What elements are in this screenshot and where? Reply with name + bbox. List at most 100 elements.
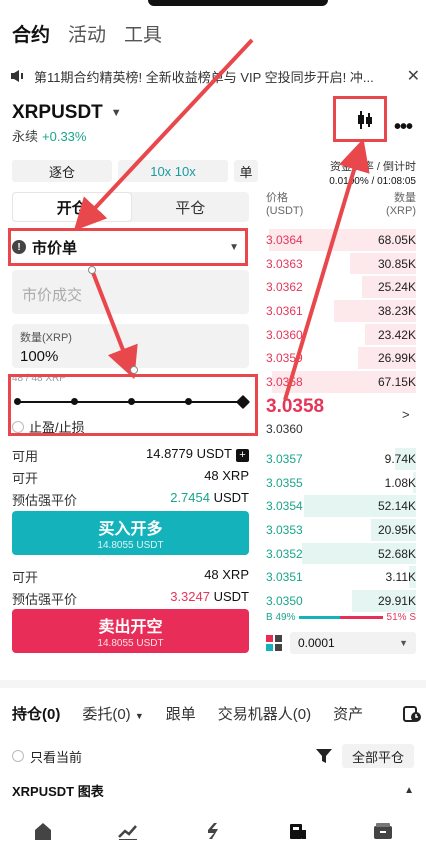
contract-type: 永续 (12, 129, 39, 144)
tab-events[interactable]: 活动 (68, 20, 106, 47)
bid-price: 3.0351 (266, 570, 303, 585)
chevron-right-icon[interactable]: > (402, 407, 410, 422)
funding-value: 0.0100% / 01:08:05 (329, 176, 416, 187)
close-tab[interactable]: 平仓 (132, 192, 250, 222)
bid-qty: 52.68K (377, 546, 416, 561)
status-notch (148, 0, 328, 6)
open-tab[interactable]: 开仓 (12, 192, 132, 222)
quantity-input[interactable]: 数量(XRP) 100% (12, 324, 249, 368)
annotation-box-slider (8, 374, 258, 436)
bid-price: 3.0350 (266, 593, 303, 608)
announcement-text[interactable]: 第11期合约精英榜! 全新收益榜单与 VIP 空投同步开启! 冲... (34, 67, 397, 86)
ask-row[interactable]: 3.0361 38.23K (266, 299, 416, 323)
chevron-up-icon[interactable]: ▲ (404, 785, 414, 796)
bid-qty: 1.08K (384, 475, 416, 490)
bid-row[interactable]: 3.0350 29.91K (266, 589, 416, 613)
bid-row[interactable]: 3.0352 52.68K (266, 542, 416, 566)
ask-price: 3.0359 (266, 351, 303, 366)
price-change: +0.33% (42, 129, 87, 144)
markets-icon[interactable] (117, 822, 138, 840)
futures-icon[interactable] (288, 822, 308, 840)
buy-can-open-row: 可开 48 XRP (12, 468, 249, 487)
can-open-value: 48 XRP (204, 567, 249, 582)
liq-value: 2.7454 (170, 490, 210, 505)
bid-qty: 9.74K (384, 451, 416, 466)
sell-label: 卖出开空 (98, 619, 163, 636)
bid-row[interactable]: 3.0355 1.08K (266, 471, 416, 495)
plus-icon[interactable]: + (236, 449, 249, 462)
funding-rate[interactable]: 资金费率 / 倒计时 0.0100% / 01:08:05 (266, 158, 416, 187)
symbol-subtitle: 永续 +0.33% (12, 126, 86, 145)
bid-row[interactable]: 3.0354 52.14K (266, 494, 416, 518)
tab-bots[interactable]: 交易机器人(0) (218, 703, 311, 724)
bid-qty: 20.95K (377, 522, 416, 537)
chart-label: XRPUSDT 图表 (12, 784, 104, 799)
symbol-name: XRPUSDT (12, 102, 103, 123)
qty-unit: (XRP) (386, 205, 416, 217)
announcement-bar[interactable]: 第11期合约精英榜! 全新收益榜单与 VIP 空投同步开启! 冲... ✕ (10, 66, 420, 86)
ask-price: 3.0358 (266, 374, 303, 389)
only-current-checkbox[interactable]: 只看当前 (12, 747, 82, 766)
tab-futures[interactable]: 合约 (12, 20, 50, 47)
buy-long-button[interactable]: 买入开多 14.8055 USDT (12, 511, 249, 555)
sell-ratio: 51% S (386, 612, 416, 623)
tab-tools[interactable]: 工具 (124, 20, 162, 47)
bottom-tabs: 持仓(0) 委托(0) ▼ 跟单 交易机器人(0) 资产 (12, 703, 422, 724)
close-all-button[interactable]: 全部平仓 (341, 744, 414, 768)
annotation-box-kline (333, 96, 387, 142)
sell-short-button[interactable]: 卖出开空 14.8055 USDT (12, 609, 249, 653)
only-current-label: 只看当前 (30, 749, 83, 765)
chart-section-header[interactable]: XRPUSDT 图表 ▲ (12, 781, 414, 800)
buy-label: 买入开多 (98, 521, 163, 538)
close-icon[interactable]: ✕ (407, 66, 420, 86)
ask-row[interactable]: 3.0360 23.42K (266, 323, 416, 347)
unit-button[interactable]: 单 (234, 160, 258, 182)
tab-assets[interactable]: 资产 (333, 703, 363, 724)
more-icon[interactable]: ••• (394, 116, 413, 139)
depth-step-select[interactable]: 0.0001 ▼ (290, 632, 416, 654)
bid-qty: 3.11K (385, 570, 416, 585)
available-value-wrap: 14.8779 USDT + (146, 446, 249, 465)
ask-price: 3.0360 (266, 327, 303, 342)
annotation-box-order-type (8, 228, 248, 266)
bid-row[interactable]: 3.0353 20.95K (266, 518, 416, 542)
tab-copy-trading[interactable]: 跟单 (166, 703, 196, 724)
ask-row[interactable]: 3.0363 30.85K (266, 252, 416, 276)
checkbox[interactable] (12, 750, 24, 762)
ask-qty: 68.05K (377, 232, 416, 247)
bottom-nav (0, 816, 426, 844)
buy-sell-ratio: B 49% 51% S (266, 612, 416, 623)
price-input[interactable]: 市价成交 (12, 270, 249, 314)
clock-icon[interactable] (402, 704, 422, 724)
symbol-selector[interactable]: XRPUSDT ▼ (12, 102, 122, 124)
speaker-icon (11, 70, 23, 82)
can-open-label: 可开 (12, 471, 39, 486)
leverage-button[interactable]: 10x 10x (118, 160, 228, 182)
bid-price: 3.0353 (266, 522, 303, 537)
bid-row[interactable]: 3.0357 9.74K (266, 447, 416, 471)
wallet-icon[interactable] (373, 822, 393, 840)
last-price[interactable]: 3.0358 (266, 396, 324, 418)
tab-positions[interactable]: 持仓(0) (12, 703, 60, 724)
ask-qty: 67.15K (377, 374, 416, 389)
caret-down-icon: ▼ (110, 107, 122, 119)
trade-icon[interactable] (203, 822, 223, 840)
available-value: 14.8779 USDT (146, 446, 232, 461)
depth-icon[interactable] (266, 635, 282, 651)
tab-orders[interactable]: 委托(0) ▼ (82, 703, 143, 724)
ask-qty: 26.99K (377, 351, 416, 366)
ask-row[interactable]: 3.0359 26.99K (266, 346, 416, 370)
ask-row[interactable]: 3.0358 67.15K (266, 370, 416, 394)
asks-list: 3.0364 68.05K 3.0363 30.85K 3.0362 25.24K 3.03… (266, 228, 416, 394)
ask-row[interactable]: 3.0364 68.05K (266, 228, 416, 252)
margin-mode-button[interactable]: 逐仓 (12, 160, 112, 182)
ask-row[interactable]: 3.0362 25.24K (266, 275, 416, 299)
funnel-icon[interactable] (315, 749, 332, 763)
home-icon[interactable] (33, 822, 53, 840)
bid-row[interactable]: 3.0351 3.11K (266, 565, 416, 589)
ask-qty: 25.24K (377, 280, 416, 295)
caret-down-icon: ▼ (134, 711, 144, 721)
bid-price: 3.0354 (266, 499, 303, 514)
quantity-label: 数量(XRP) (20, 332, 72, 344)
quantity-value: 100% (20, 348, 59, 365)
